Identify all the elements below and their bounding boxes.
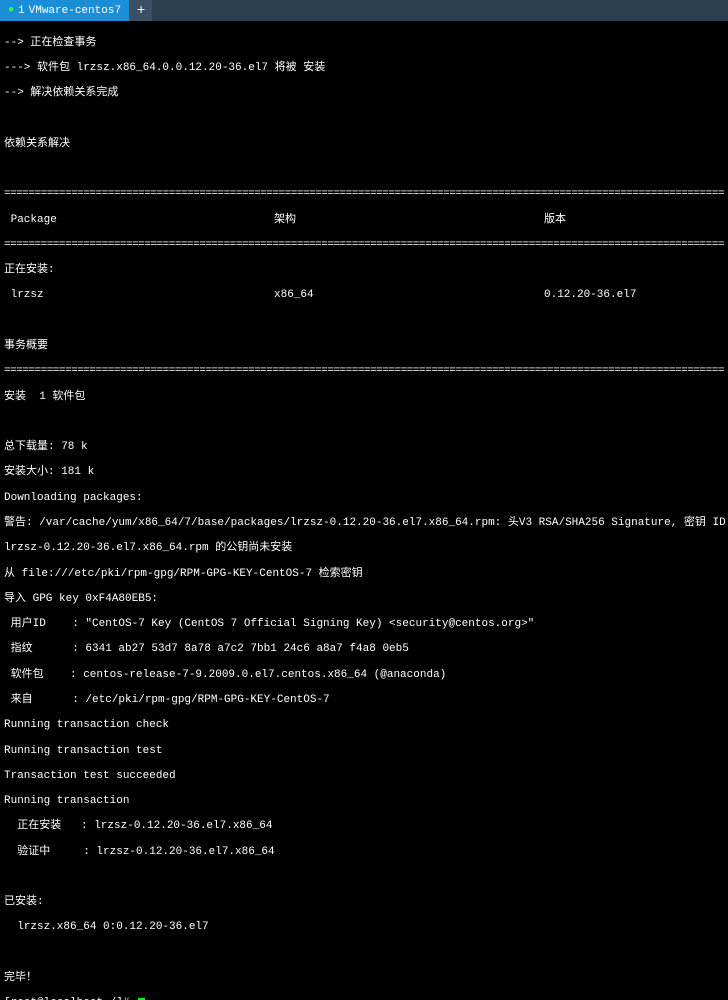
output-line bbox=[4, 315, 724, 328]
col-arch: 架构 bbox=[274, 214, 544, 227]
output-line: 总下载量: 78 k bbox=[4, 441, 724, 454]
output-line: ---> 软件包 lrzsz.x86_64.0.0.12.20-36.el7 将… bbox=[4, 62, 724, 75]
output-line: --> 正在检查事务 bbox=[4, 37, 724, 50]
output-line: 事务概要 bbox=[4, 340, 724, 353]
output-line: lrzsz-0.12.20-36.el7.x86_64.rpm 的公钥尚未安装 bbox=[4, 542, 724, 555]
col-version: 版本 bbox=[544, 214, 724, 227]
tab-title: VMware-centos7 bbox=[29, 5, 121, 17]
pkg-name: lrzsz bbox=[4, 289, 274, 302]
separator-line: ========================================… bbox=[4, 188, 724, 201]
output-line: 指纹 : 6341 ab27 53d7 8a78 a7c2 7bb1 24c6 … bbox=[4, 643, 724, 656]
output-line: 正在安装 : lrzsz-0.12.20-36.el7.x86_64 bbox=[4, 820, 724, 833]
output-line: 安装大小: 181 k bbox=[4, 466, 724, 479]
tab-bar: ● 1 VMware-centos7 + bbox=[0, 0, 728, 22]
output-line: 完毕！ bbox=[4, 972, 724, 985]
pkg-version: 0.12.20-36.el7 bbox=[544, 289, 724, 302]
tab-index: 1 bbox=[18, 5, 25, 17]
output-line: 用户ID : "CentOS-7 Key (CentOS 7 Official … bbox=[4, 618, 724, 631]
output-line: 已安装: bbox=[4, 896, 724, 909]
output-line bbox=[4, 112, 724, 125]
cursor-icon bbox=[138, 998, 145, 1000]
col-package: Package bbox=[4, 214, 274, 227]
tab-status-dot-icon: ● bbox=[8, 5, 14, 16]
output-line: 警告: /var/cache/yum/x86_64/7/base/package… bbox=[4, 517, 724, 530]
output-line: 来自 : /etc/pki/rpm-gpg/RPM-GPG-KEY-CentOS… bbox=[4, 694, 724, 707]
terminal-output[interactable]: --> 正在检查事务 ---> 软件包 lrzsz.x86_64.0.0.12.… bbox=[0, 22, 728, 1000]
output-line: 安装 1 软件包 bbox=[4, 391, 724, 404]
output-line: 软件包 : centos-release-7-9.2009.0.el7.cent… bbox=[4, 669, 724, 682]
output-line: Running transaction test bbox=[4, 745, 724, 758]
output-line: 导入 GPG key 0xF4A80EB5: bbox=[4, 593, 724, 606]
table-header: Package 架构 版本 bbox=[4, 214, 724, 227]
output-line bbox=[4, 416, 724, 429]
shell-prompt: [root@localhost /]# bbox=[4, 997, 136, 1000]
output-line: 从 file:///etc/pki/rpm-gpg/RPM-GPG-KEY-Ce… bbox=[4, 568, 724, 581]
output-line: 正在安装: bbox=[4, 264, 724, 277]
tab-vmware-centos7[interactable]: ● 1 VMware-centos7 bbox=[0, 0, 130, 21]
output-line bbox=[4, 871, 724, 884]
pkg-arch: x86_64 bbox=[274, 289, 544, 302]
output-line: 验证中 : lrzsz-0.12.20-36.el7.x86_64 bbox=[4, 846, 724, 859]
output-line: Transaction test succeeded bbox=[4, 770, 724, 783]
separator-line: ========================================… bbox=[4, 365, 724, 378]
output-line: Downloading packages: bbox=[4, 492, 724, 505]
separator-line: ========================================… bbox=[4, 239, 724, 252]
output-line bbox=[4, 163, 724, 176]
table-row: lrzsz x86_64 0.12.20-36.el7 bbox=[4, 289, 724, 302]
output-line: lrzsz.x86_64 0:0.12.20-36.el7 bbox=[4, 921, 724, 934]
prompt-line[interactable]: [root@localhost /]# bbox=[4, 997, 724, 1000]
plus-icon: + bbox=[137, 3, 145, 19]
output-line: Running transaction bbox=[4, 795, 724, 808]
output-line: 依赖关系解决 bbox=[4, 138, 724, 151]
add-tab-button[interactable]: + bbox=[130, 0, 152, 21]
output-line bbox=[4, 947, 724, 960]
output-line: Running transaction check bbox=[4, 719, 724, 732]
output-line: --> 解决依赖关系完成 bbox=[4, 87, 724, 100]
